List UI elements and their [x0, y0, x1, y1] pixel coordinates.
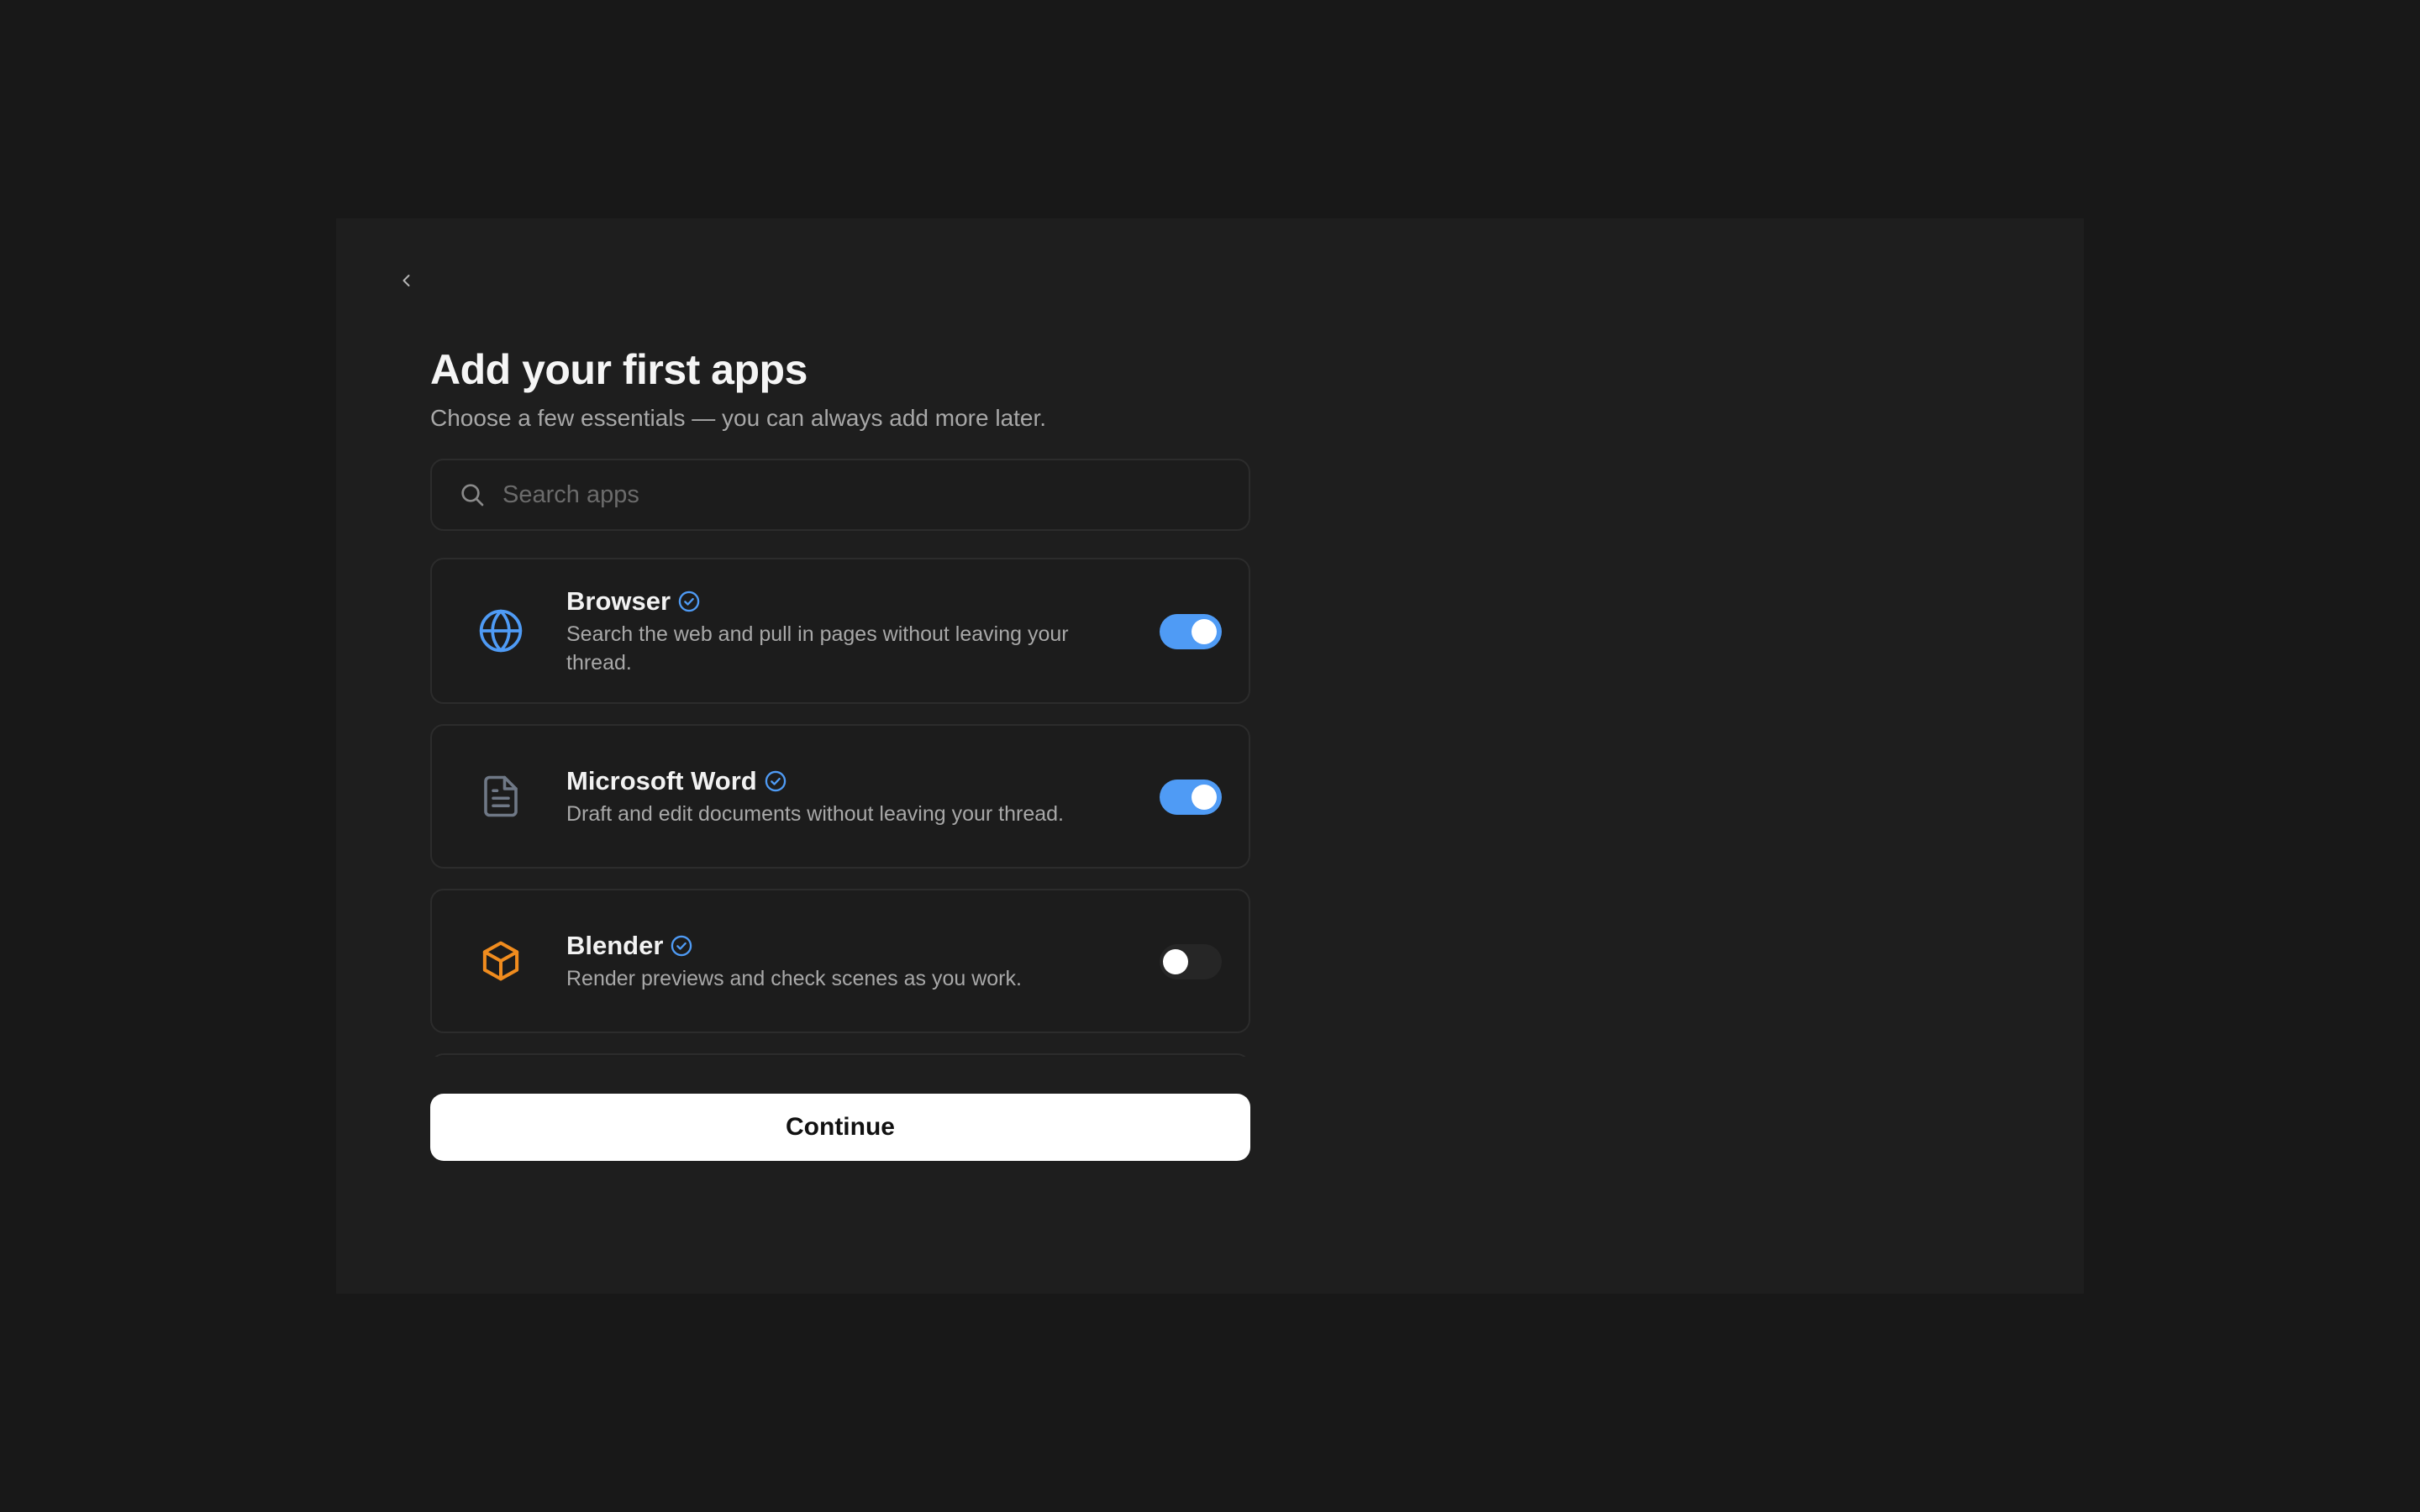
verified-icon: [671, 935, 692, 957]
page-title: Add your first apps: [430, 346, 808, 393]
app-card-microsoft-word[interactable]: Microsoft Word Draft and edit documents …: [430, 724, 1250, 869]
app-card-browser[interactable]: Browser Search the web and pull in pages…: [430, 558, 1250, 704]
app-name: Microsoft Word: [566, 766, 757, 795]
app-name-row: Microsoft Word: [566, 764, 1081, 798]
app-card-blender[interactable]: Blender Render previews and check scenes…: [430, 889, 1250, 1033]
app-description: Render previews and check scenes as you …: [566, 967, 1022, 990]
app-list: Browser Search the web and pull in pages…: [430, 558, 1250, 1057]
app-name-row: Blender: [566, 929, 1081, 963]
app-card-partial[interactable]: [430, 1053, 1250, 1057]
app-name-row: Browser: [566, 585, 1081, 618]
verified-icon: [678, 591, 700, 612]
back-button[interactable]: [387, 260, 427, 301]
app-description: Draft and edit documents without leaving…: [566, 802, 1065, 826]
app-description: Search the web and pull in pages without…: [566, 622, 1069, 675]
chevron-left-icon: [402, 275, 410, 286]
search-icon: [461, 484, 484, 507]
app-text: Microsoft Word Draft and edit documents …: [566, 764, 1081, 828]
app-text: Browser Search the web and pull in pages…: [566, 585, 1081, 677]
toggle-knob: [1192, 785, 1217, 810]
toggle-blender[interactable]: [1160, 944, 1222, 979]
toggle-browser[interactable]: [1160, 614, 1222, 649]
document-icon: [476, 771, 526, 822]
cube-icon: [476, 936, 526, 986]
toggle-knob: [1192, 619, 1217, 644]
verified-icon: [765, 770, 786, 792]
main-content: Add your first apps Choose a few essenti…: [430, 344, 1250, 1057]
continue-button[interactable]: Continue: [430, 1094, 1250, 1161]
toggle-knob: [1163, 949, 1188, 974]
globe-icon: [476, 606, 526, 656]
search-input[interactable]: [501, 460, 1249, 529]
app-name: Blender: [566, 931, 664, 960]
onboarding-panel: Add your first apps Choose a few essenti…: [336, 218, 2084, 1294]
page-subtitle: Choose a few essentials — you can always…: [430, 405, 1047, 431]
app-text: Blender Render previews and check scenes…: [566, 929, 1081, 993]
app-name: Browser: [566, 586, 671, 616]
search-box[interactable]: [430, 459, 1250, 531]
toggle-microsoft-word[interactable]: [1160, 780, 1222, 815]
